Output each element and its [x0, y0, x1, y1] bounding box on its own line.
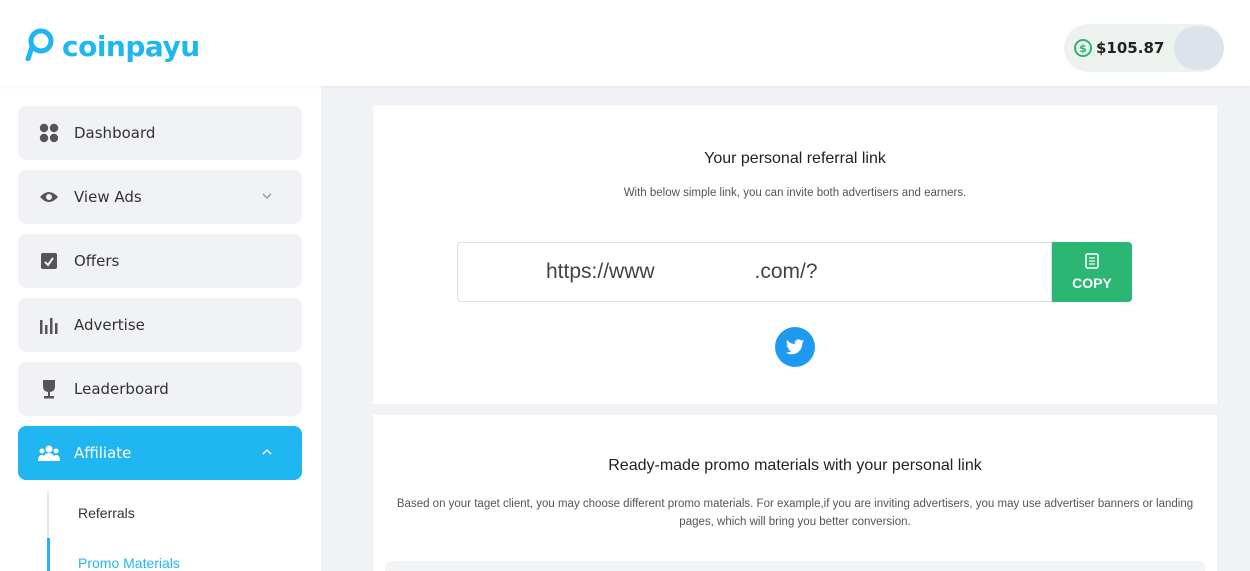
dashboard-grid-icon	[38, 122, 60, 144]
referral-link-start: https://www	[546, 260, 655, 283]
chevron-up-icon	[262, 448, 272, 455]
copy-button[interactable]: COPY	[1052, 242, 1132, 302]
referral-link-end: .com/?	[754, 260, 818, 283]
promo-content-panel	[385, 561, 1205, 571]
copy-icon	[1085, 253, 1099, 272]
logo-text: coinpayu	[62, 29, 200, 63]
sidebar-item-affiliate[interactable]: Affiliate	[18, 426, 302, 480]
referral-link-card: Your personal referral link With below s…	[373, 106, 1217, 404]
promo-title: Ready-made promo materials with your per…	[608, 457, 982, 474]
promo-materials-card: Ready-made promo materials with your per…	[373, 415, 1217, 571]
sidebar-item-offers[interactable]: Offers	[18, 234, 302, 288]
dollar-circle-icon: $	[1074, 39, 1092, 57]
promo-description: Based on your taget client, you may choo…	[396, 498, 1194, 528]
logo-icon	[24, 27, 56, 66]
twitter-icon	[785, 338, 805, 354]
sidebar-item-leaderboard[interactable]: Leaderboard	[18, 362, 302, 416]
logo[interactable]: coinpayu	[24, 26, 200, 66]
copy-label: COPY	[1072, 275, 1112, 291]
referral-title: Your personal referral link	[704, 150, 886, 167]
balance-pill[interactable]: $ $105.87	[1064, 24, 1224, 72]
sidebar-item-label: Leaderboard	[74, 380, 169, 398]
avatar[interactable]	[1174, 26, 1224, 70]
sidebar-item-advertise[interactable]: Advertise	[18, 298, 302, 352]
sidebar-item-label: Dashboard	[74, 124, 156, 142]
balance-amount: $105.87	[1096, 39, 1165, 57]
offer-check-icon	[38, 250, 60, 272]
sidebar-subitem-promo-materials[interactable]: Promo Materials	[78, 555, 180, 571]
sidebar: Dashboard View Ads Offers Advertise Lead…	[0, 86, 321, 571]
trophy-icon	[38, 378, 60, 400]
submenu-active-indicator	[47, 538, 50, 571]
referral-subtitle: With below simple link, you can invite b…	[623, 187, 967, 199]
sidebar-subitem-referrals[interactable]: Referrals	[78, 505, 135, 521]
eye-icon	[38, 186, 60, 208]
sidebar-item-label: Advertise	[74, 316, 145, 334]
users-icon	[38, 442, 60, 464]
twitter-share-button[interactable]	[775, 327, 815, 367]
redacted-area	[654, 243, 755, 301]
sidebar-item-label: Offers	[74, 252, 120, 270]
referral-link-field[interactable]: https://www .com/?	[457, 242, 1052, 302]
chevron-down-icon	[262, 193, 272, 200]
sidebar-item-view-ads[interactable]: View Ads	[18, 170, 302, 224]
bar-chart-icon	[38, 314, 60, 336]
sidebar-item-dashboard[interactable]: Dashboard	[18, 106, 302, 160]
sidebar-item-label: Affiliate	[74, 444, 132, 462]
top-header: coinpayu $ $105.87	[0, 0, 1250, 86]
sidebar-item-label: View Ads	[74, 188, 142, 206]
